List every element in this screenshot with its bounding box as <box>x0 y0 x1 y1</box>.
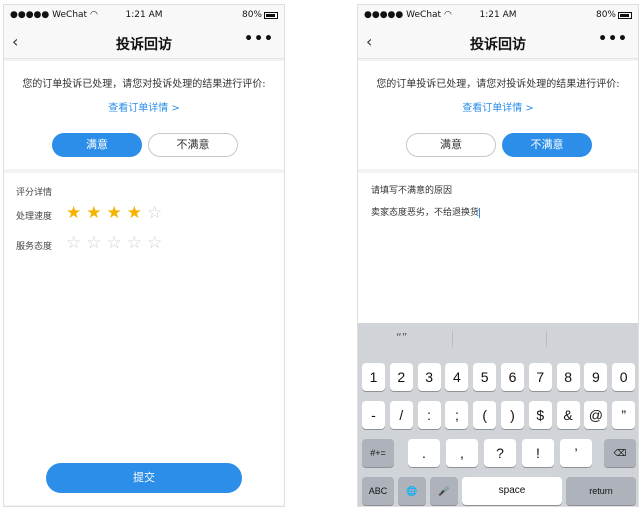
suggestion-divider <box>452 331 453 347</box>
key-symbol[interactable]: / <box>389 401 413 429</box>
unsatisfied-button[interactable]: 不满意 <box>502 133 592 157</box>
return-key[interactable]: return <box>566 477 636 505</box>
suggestion-quote[interactable]: “” <box>396 331 407 344</box>
star-filled-icon[interactable]: ★ <box>107 203 127 223</box>
globe-icon[interactable]: 🌐 <box>398 477 426 505</box>
battery-icon <box>264 12 278 19</box>
key-9[interactable]: 0 <box>612 363 636 391</box>
reason-textarea[interactable]: 卖家态度恶劣，不给退换货 <box>371 205 481 218</box>
key-punctuation[interactable]: , <box>446 439 478 467</box>
satisfied-button[interactable]: 满意 <box>406 133 496 157</box>
key-punctuation[interactable]: ’ <box>560 439 592 467</box>
key-3[interactable]: 4 <box>445 363 469 391</box>
key-7[interactable]: 8 <box>556 363 580 391</box>
phone-screen-rating: ●●●●● WeChat ◠ 1:21 AM 80% ‹ 投诉回访 ••• 您的… <box>3 4 285 507</box>
star-empty-icon[interactable]: ☆ <box>147 233 167 253</box>
rating-stars-speed[interactable]: ★★★★☆ <box>66 205 167 222</box>
reason-section: 请填写不满意的原因 卖家态度恶劣，不给退换货 <box>358 173 638 323</box>
phone-screen-reason: ●●●●● WeChat ◠ 1:21 AM 80% ‹ 投诉回访 ••• 您的… <box>357 4 639 507</box>
key-symbol[interactable]: $ <box>528 401 552 429</box>
star-empty-icon[interactable]: ☆ <box>147 203 167 223</box>
star-empty-icon[interactable]: ☆ <box>107 233 127 253</box>
key-6[interactable]: 7 <box>528 363 552 391</box>
key-punctuation[interactable]: ? <box>484 439 516 467</box>
numeric-keyboard: “” 1 2 3 4 5 6 7 8 9 0 - /:;() $ & @” #+=.,?!’ ⌫ ABC 🌐 🎤 spa… <box>358 323 638 506</box>
star-filled-icon[interactable]: ★ <box>86 203 106 223</box>
key-punctuation[interactable]: . <box>408 439 440 467</box>
key-5[interactable]: 6 <box>501 363 524 391</box>
nav-bar: ‹ 投诉回访 ••• <box>4 25 284 59</box>
abc-key[interactable]: ABC <box>362 477 394 505</box>
nav-bar: ‹ 投诉回访 ••• <box>358 25 638 59</box>
key-0[interactable]: 1 <box>362 363 385 391</box>
evaluation-card: 您的订单投诉已处理，请您对投诉处理的结果进行评价: 查看订单详情 > 满意 不满… <box>358 61 638 169</box>
suggestion-bar: “” <box>358 323 638 355</box>
rating-label-attitude: 服务态度 <box>16 242 53 252</box>
star-filled-icon[interactable]: ★ <box>127 203 147 223</box>
key-symbol[interactable]: : <box>417 401 441 429</box>
battery-icon <box>618 12 632 19</box>
microphone-icon[interactable]: 🎤 <box>430 477 458 505</box>
rating-section: 评分详情 处理速度 ★★★★☆ 服务态度 ☆☆☆☆☆ 提交 <box>4 173 284 505</box>
notice-text: 您的订单投诉已处理，请您对投诉处理的结果进行评价: <box>376 79 620 90</box>
key-1[interactable]: 2 <box>389 363 413 391</box>
key-symbol[interactable]: & <box>556 401 580 429</box>
rating-label-speed: 处理速度 <box>16 212 53 222</box>
key-8[interactable]: 9 <box>584 363 608 391</box>
unsatisfied-button[interactable]: 不满意 <box>148 133 238 157</box>
more-icon[interactable]: ••• <box>598 31 628 47</box>
suggestion-divider <box>546 331 547 347</box>
notice-text: 您的订单投诉已处理，请您对投诉处理的结果进行评价: <box>22 79 266 90</box>
evaluation-card: 您的订单投诉已处理，请您对投诉处理的结果进行评价: 查看订单详情 > 满意 不满… <box>4 61 284 169</box>
status-bar: ●●●●● WeChat ◠ 1:21 AM 80% <box>4 5 284 25</box>
reason-title: 请填写不满意的原因 <box>371 186 453 196</box>
rating-title: 评分详情 <box>16 188 53 198</box>
satisfied-button[interactable]: 满意 <box>52 133 142 157</box>
space-key[interactable]: space <box>462 477 562 505</box>
more-icon[interactable]: ••• <box>244 31 274 47</box>
status-bar: ●●●●● WeChat ◠ 1:21 AM 80% <box>358 5 638 25</box>
reason-text-value: 卖家态度恶劣，不给退换货 <box>371 208 480 218</box>
key-2[interactable]: 3 <box>417 363 441 391</box>
star-empty-icon[interactable]: ☆ <box>127 233 147 253</box>
star-empty-icon[interactable]: ☆ <box>86 233 106 253</box>
battery-percent: 80% <box>595 10 616 20</box>
submit-button[interactable]: 提交 <box>46 463 242 493</box>
page-title: 投诉回访 <box>470 37 526 53</box>
battery-percent: 80% <box>241 10 262 20</box>
rating-stars-attitude[interactable]: ☆☆☆☆☆ <box>66 235 167 252</box>
key-symbols-toggle[interactable]: #+= <box>362 439 394 467</box>
order-detail-link[interactable]: 查看订单详情 > <box>4 99 284 114</box>
key-symbol[interactable]: ) <box>501 401 524 429</box>
star-empty-icon[interactable]: ☆ <box>66 233 86 253</box>
key-symbol[interactable]: ( <box>473 401 497 429</box>
key-punctuation[interactable]: ! <box>522 439 554 467</box>
key-symbol[interactable]: @ <box>584 401 608 429</box>
star-filled-icon[interactable]: ★ <box>66 203 86 223</box>
key-symbol[interactable]: ” <box>612 401 636 429</box>
backspace-key[interactable]: ⌫ <box>604 439 636 467</box>
key-symbol[interactable]: - <box>362 401 385 429</box>
page-title: 投诉回访 <box>116 37 172 53</box>
order-detail-link[interactable]: 查看订单详情 > <box>358 99 638 114</box>
key-symbol[interactable]: ; <box>445 401 469 429</box>
text-cursor <box>479 207 481 218</box>
key-4[interactable]: 5 <box>473 363 497 391</box>
